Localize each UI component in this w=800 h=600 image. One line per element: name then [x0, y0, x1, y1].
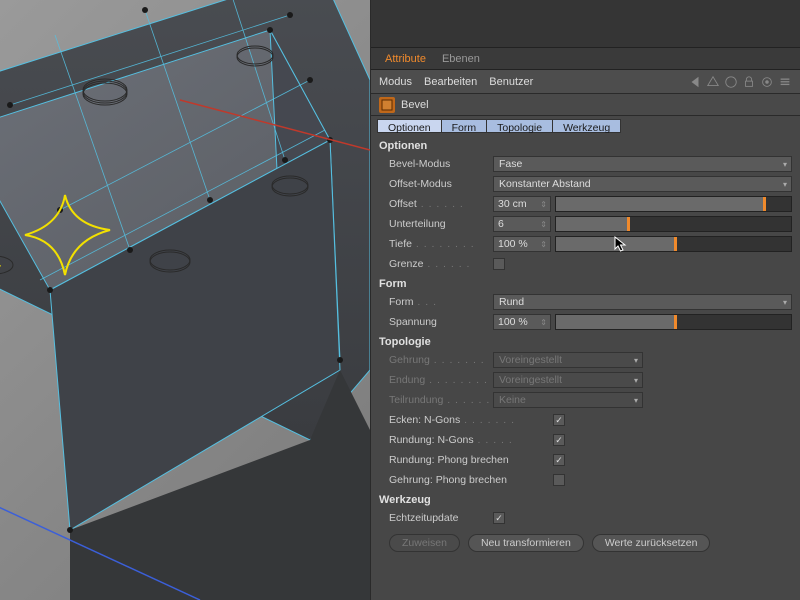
object-name: Bevel [401, 99, 429, 111]
label-form: Form . . . [389, 296, 489, 308]
panel-header-dark [371, 0, 800, 48]
button-werte-zuruecksetzen[interactable]: Werte zurücksetzen [592, 534, 711, 552]
dropdown-bevel-modus[interactable]: Fase [493, 156, 792, 172]
section-optionen: Optionen [371, 136, 800, 154]
field-unterteilung[interactable]: 6 [493, 216, 551, 232]
dropdown-offset-modus[interactable]: Konstanter Abstand [493, 176, 792, 192]
slider-offset[interactable] [555, 196, 792, 212]
subtab-optionen[interactable]: Optionen [377, 119, 442, 133]
label-tiefe: Tiefe . . . . . . . . [389, 238, 489, 250]
section-topologie: Topologie [371, 332, 800, 350]
up-icon[interactable] [706, 75, 720, 89]
subtab-werkzeug[interactable]: Werkzeug [553, 119, 621, 133]
field-offset[interactable]: 30 cm [493, 196, 551, 212]
label-ecken-ngons: Ecken: N-Gons . . . . . . . [389, 414, 549, 426]
object-header: Bevel [371, 94, 800, 116]
field-tiefe[interactable]: 100 % [493, 236, 551, 252]
button-zuweisen: Zuweisen [389, 534, 460, 552]
dropdown-gehrung: Voreingestellt [493, 352, 643, 368]
checkbox-ecken-ngons[interactable]: ✓ [553, 414, 565, 426]
dropdown-teilrundung: Keine [493, 392, 643, 408]
subtab-topologie[interactable]: Topologie [487, 119, 553, 133]
panel-menubar: Modus Bearbeiten Benutzer [371, 70, 800, 94]
label-gehrung-phong: Gehrung: Phong brechen [389, 474, 549, 486]
label-endung: Endung . . . . . . . . . . . . [389, 374, 489, 386]
panel-toolbar-icons [688, 75, 792, 89]
section-form: Form [371, 274, 800, 292]
label-offset: Offset . . . . . . [389, 198, 489, 210]
label-offset-modus: Offset-Modus [389, 178, 489, 190]
dropdown-endung: Voreingestellt [493, 372, 643, 388]
checkbox-rundung-ngons[interactable]: ✓ [553, 434, 565, 446]
menu-icon[interactable] [778, 75, 792, 89]
lock-icon[interactable] [742, 75, 756, 89]
label-echtzeit: Echtzeitupdate [389, 512, 489, 524]
checkbox-grenze[interactable] [493, 258, 505, 270]
label-bevel-modus: Bevel-Modus [389, 158, 489, 170]
target-icon[interactable] [760, 75, 774, 89]
slider-unterteilung[interactable] [555, 216, 792, 232]
label-rundung-ngons: Rundung: N-Gons . . . . . [389, 434, 549, 446]
help-icon[interactable] [724, 75, 738, 89]
label-grenze: Grenze . . . . . . [389, 258, 489, 270]
tab-ebenen[interactable]: Ebenen [434, 50, 488, 68]
label-gehrung: Gehrung . . . . . . . . . . . [389, 354, 489, 366]
menu-modus[interactable]: Modus [379, 76, 412, 88]
bevel-icon [379, 97, 395, 113]
menu-bearbeiten[interactable]: Bearbeiten [424, 76, 477, 88]
label-unterteilung: Unterteilung [389, 218, 489, 230]
slider-tiefe[interactable] [555, 236, 792, 252]
field-spannung[interactable]: 100 % [493, 314, 551, 330]
checkbox-gehrung-phong[interactable] [553, 474, 565, 486]
viewport-3d[interactable] [0, 0, 370, 600]
button-neu-transformieren[interactable]: Neu transformieren [468, 534, 584, 552]
label-spannung: Spannung [389, 316, 489, 328]
section-werkzeug: Werkzeug [371, 490, 800, 508]
label-rundung-phong: Rundung: Phong brechen [389, 454, 549, 466]
dropdown-form[interactable]: Rund [493, 294, 792, 310]
subtabs: Optionen Form Topologie Werkzeug [371, 116, 800, 136]
tab-attribute[interactable]: Attribute [377, 50, 434, 68]
menu-benutzer[interactable]: Benutzer [489, 76, 533, 88]
arrow-left-icon[interactable] [688, 75, 702, 89]
subtab-form[interactable]: Form [442, 119, 488, 133]
attribute-panel: Attribute Ebenen Modus Bearbeiten Benutz… [370, 0, 800, 600]
slider-spannung[interactable] [555, 314, 792, 330]
label-teilrundung: Teilrundung . . . . . . . . . [389, 394, 489, 406]
checkbox-echtzeit[interactable]: ✓ [493, 512, 505, 524]
panel-tabs: Attribute Ebenen [371, 48, 800, 70]
checkbox-rundung-phong[interactable]: ✓ [553, 454, 565, 466]
